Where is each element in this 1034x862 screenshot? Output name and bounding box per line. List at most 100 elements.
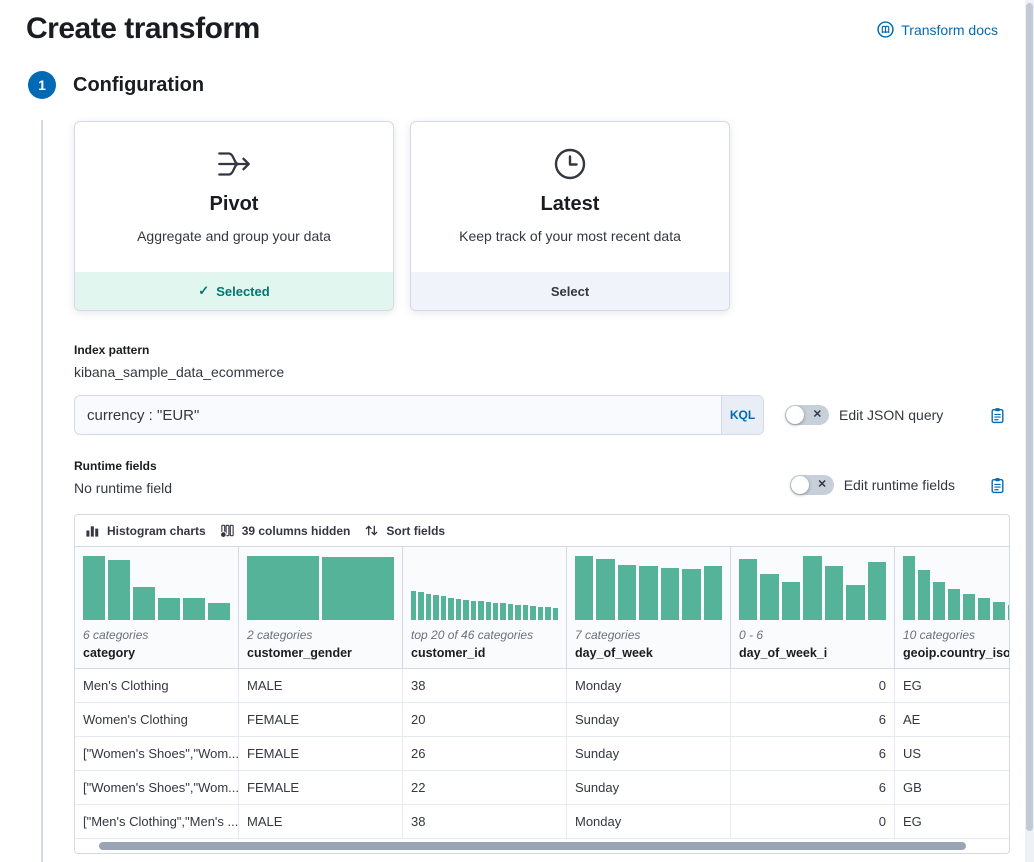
aggregate-icon <box>213 142 255 186</box>
table-cell[interactable]: AE <box>895 703 1010 736</box>
runtime-fields-left: Runtime fields No runtime field <box>74 459 172 496</box>
index-pattern-label: Index pattern <box>74 343 1010 357</box>
latest-footer-label: Select <box>551 284 589 299</box>
table-cell[interactable]: FEMALE <box>239 771 403 804</box>
copy-json-query-button[interactable] <box>989 407 1006 424</box>
switch-knob <box>791 476 809 494</box>
column-histogram <box>411 556 558 620</box>
horizontal-scrollbar-thumb[interactable] <box>99 842 966 850</box>
cross-icon: ✕ <box>818 479 827 490</box>
table-row: Men's ClothingMALE38Monday0EG <box>75 669 1010 703</box>
table-cell[interactable]: Sunday <box>567 703 731 736</box>
table-row: Women's ClothingFEMALE20Sunday6AE <box>75 703 1010 737</box>
table-cell[interactable]: 22 <box>403 771 567 804</box>
copy-runtime-fields-button[interactable] <box>989 477 1006 494</box>
edit-json-query-switch[interactable]: ✕ <box>785 405 829 425</box>
table-cell[interactable]: 38 <box>403 805 567 838</box>
pivot-card[interactable]: Pivot Aggregate and group your data ✓ Se… <box>74 121 394 311</box>
table-cell[interactable]: 0 <box>731 669 895 702</box>
pivot-card-description: Aggregate and group your data <box>137 228 331 244</box>
table-cell[interactable]: 26 <box>403 737 567 770</box>
column-histogram <box>903 556 1010 620</box>
table-cell[interactable]: 20 <box>403 703 567 736</box>
pivot-card-body: Pivot Aggregate and group your data <box>75 122 393 272</box>
grid-body: Men's ClothingMALE38Monday0EGWomen's Clo… <box>75 669 1010 839</box>
column-header-customer_id[interactable]: top 20 of 46 categoriescustomer_id <box>403 547 567 668</box>
column-header-geoip.country_iso_[interactable]: 10 categoriesgeoip.country_iso_ <box>895 547 1010 668</box>
runtime-fields-value: No runtime field <box>74 480 172 496</box>
table-cell[interactable]: EG <box>895 669 1010 702</box>
table-cell[interactable]: 38 <box>403 669 567 702</box>
runtime-fields-row: Runtime fields No runtime field ✕ Edit r… <box>74 459 1010 496</box>
table-cell[interactable]: Men's Clothing <box>75 669 239 702</box>
table-cell[interactable]: FEMALE <box>239 737 403 770</box>
sort-icon <box>364 523 379 538</box>
pivot-card-title: Pivot <box>210 193 259 216</box>
check-icon: ✓ <box>198 283 209 299</box>
query-input[interactable]: currency : "EUR" <box>75 396 721 434</box>
sort-fields-button[interactable]: Sort fields <box>364 523 445 538</box>
table-cell[interactable]: 6 <box>731 771 895 804</box>
column-histogram <box>83 556 230 620</box>
column-histogram <box>575 556 722 620</box>
column-subtitle: 10 categories <box>903 628 1010 642</box>
column-subtitle: 2 categories <box>247 628 394 642</box>
edit-runtime-fields-switch[interactable]: ✕ <box>790 475 834 495</box>
table-cell[interactable]: Monday <box>567 669 731 702</box>
latest-card-footer[interactable]: Select <box>411 272 729 310</box>
table-cell[interactable]: ["Women's Shoes","Wom... <box>75 771 239 804</box>
transform-type-cards: Pivot Aggregate and group your data ✓ Se… <box>74 121 1010 311</box>
columns-hidden-button[interactable]: 39 columns hidden <box>220 523 351 538</box>
vertical-scrollbar-thumb[interactable] <box>1026 3 1033 831</box>
edit-json-query-label: Edit JSON query <box>839 407 943 423</box>
column-histogram <box>739 556 886 620</box>
column-header-category[interactable]: 6 categories category <box>75 547 239 668</box>
table-cell[interactable]: ["Men's Clothing","Men's ... <box>75 805 239 838</box>
runtime-fields-right: ✕ Edit runtime fields <box>790 475 1010 495</box>
query-bar: currency : "EUR" KQL <box>74 395 764 435</box>
table-cell[interactable]: 0 <box>731 805 895 838</box>
page-title: Create transform <box>26 12 260 46</box>
transform-docs-link[interactable]: Transform docs <box>877 21 998 38</box>
table-cell[interactable]: Monday <box>567 805 731 838</box>
column-subtitle: top 20 of 46 categories <box>411 628 558 642</box>
horizontal-scrollbar[interactable] <box>75 839 1009 853</box>
index-pattern-value: kibana_sample_data_ecommerce <box>74 364 1010 380</box>
column-header-customer_gender[interactable]: 2 categoriescustomer_gender <box>239 547 403 668</box>
histogram-charts-label: Histogram charts <box>107 524 206 538</box>
table-cell[interactable]: Sunday <box>567 771 731 804</box>
grid-header: 6 categories category 2 categoriescustomer… <box>75 547 1010 669</box>
histogram-charts-button[interactable]: Histogram charts <box>85 523 206 538</box>
table-cell[interactable]: EG <box>895 805 1010 838</box>
table-cell[interactable]: Women's Clothing <box>75 703 239 736</box>
configuration-panel: Pivot Aggregate and group your data ✓ Se… <box>74 121 1010 854</box>
table-cell[interactable]: US <box>895 737 1010 770</box>
column-name: day_of_week <box>575 646 722 660</box>
column-name: day_of_week_i <box>739 646 886 660</box>
page-header: Create transform Transform docs <box>0 0 1034 46</box>
grid-inner: 6 categories category 2 categoriescustomer… <box>75 547 1010 839</box>
query-language-button[interactable]: KQL <box>721 396 763 434</box>
latest-card-title: Latest <box>541 193 600 216</box>
vertical-scrollbar[interactable] <box>1025 0 1034 862</box>
table-cell[interactable]: Sunday <box>567 737 731 770</box>
table-cell[interactable]: ["Women's Shoes","Wom... <box>75 737 239 770</box>
sort-fields-label: Sort fields <box>386 524 445 538</box>
pivot-card-footer: ✓ Selected <box>75 272 393 310</box>
latest-card-body: Latest Keep track of your most recent da… <box>411 122 729 272</box>
edit-runtime-fields-label: Edit runtime fields <box>844 477 955 493</box>
columns-icon <box>220 523 235 538</box>
column-subtitle: 6 categories <box>83 628 230 642</box>
column-name: category <box>83 646 230 660</box>
column-header-day_of_week[interactable]: 7 categoriesday_of_week <box>567 547 731 668</box>
table-row: ["Men's Clothing","Men's ...MALE38Monday… <box>75 805 1010 839</box>
table-cell[interactable]: GB <box>895 771 1010 804</box>
table-cell[interactable]: MALE <box>239 669 403 702</box>
latest-card[interactable]: Latest Keep track of your most recent da… <box>410 121 730 311</box>
table-cell[interactable]: FEMALE <box>239 703 403 736</box>
table-cell[interactable]: MALE <box>239 805 403 838</box>
table-cell[interactable]: 6 <box>731 703 895 736</box>
column-header-day_of_week_i[interactable]: 0 - 6day_of_week_i <box>731 547 895 668</box>
table-cell[interactable]: 6 <box>731 737 895 770</box>
documentation-icon <box>877 21 894 38</box>
